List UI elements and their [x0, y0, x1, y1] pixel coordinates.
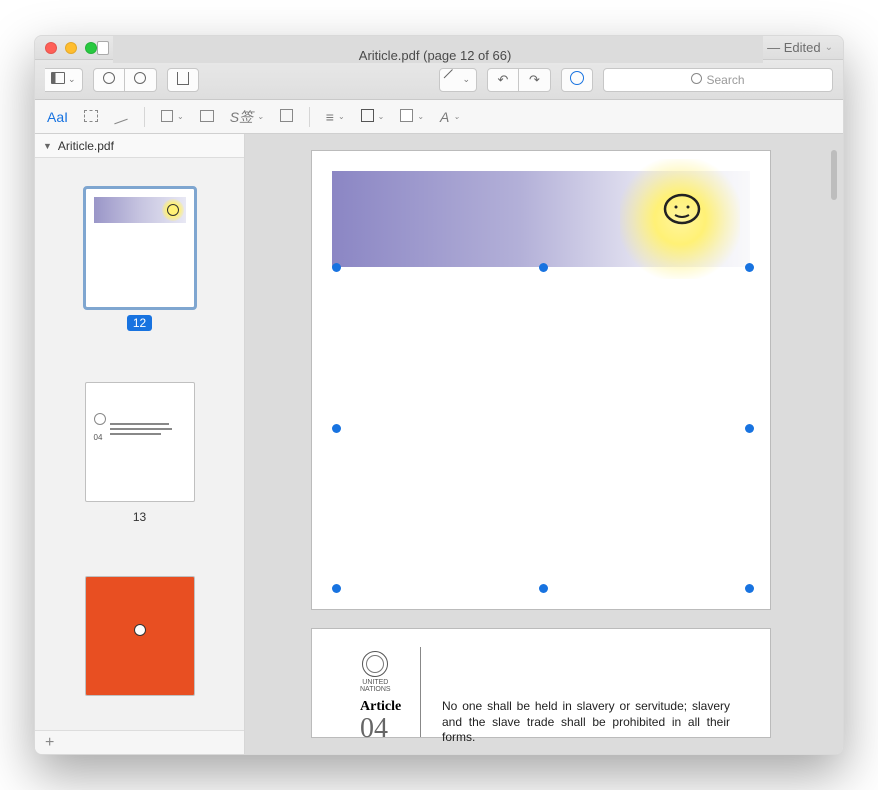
fill-color-tool[interactable]: ⌄ — [400, 109, 424, 125]
thumbnail-preview: 04 — [85, 382, 195, 502]
document-viewport[interactable]: UNITED NATIONS Article 04 No one shall b… — [245, 134, 843, 754]
selection-handle[interactable] — [745, 424, 754, 433]
sidebar-title: Ariticle.pdf — [58, 139, 114, 153]
pencil-icon — [446, 72, 459, 87]
note-icon — [280, 109, 293, 125]
selection-handle[interactable] — [745, 263, 754, 272]
zoom-in-button[interactable] — [125, 68, 157, 92]
rotate-left-icon — [498, 72, 509, 88]
fill-color-icon — [400, 109, 413, 125]
preview-window: Ariticle.pdf (page 12 of 66) — Edited ⌄ … — [34, 35, 844, 755]
pdf-file-icon — [97, 41, 109, 55]
zoom-out-icon — [103, 72, 115, 87]
fullscreen-window-button[interactable] — [85, 42, 97, 54]
titlebar: Ariticle.pdf (page 12 of 66) — Edited ⌄ — [35, 36, 843, 60]
border-color-tool[interactable]: ⌄ — [361, 109, 385, 125]
toolbar-divider — [309, 107, 310, 127]
selection-handle[interactable] — [332, 263, 341, 272]
un-text-line2: NATIONS — [360, 686, 391, 693]
markup-toolbar: AaI ⌄ S签⌄ ⌄ ⌄ ⌄ A⌄ — [35, 100, 843, 134]
rect-select-icon — [84, 109, 98, 125]
zoom-in-icon — [134, 72, 146, 87]
line-style-icon — [326, 109, 334, 125]
window-title: Ariticle.pdf (page 12 of 66) — Edited ⌄ — [97, 35, 833, 63]
main-toolbar: ⌄ ⌄ Search — [35, 60, 843, 100]
rotate-right-button[interactable] — [519, 68, 551, 92]
selection-handle[interactable] — [539, 584, 548, 593]
article-number: 04 — [360, 713, 388, 745]
rect-select-tool[interactable] — [84, 109, 98, 125]
sidebar-file-header[interactable]: ▼ Ariticle.pdf — [35, 134, 244, 158]
vertical-rule — [420, 647, 421, 737]
add-page-button[interactable]: + — [35, 730, 244, 754]
close-window-button[interactable] — [45, 42, 57, 54]
selection-handle[interactable] — [332, 584, 341, 593]
border-color-icon — [361, 109, 374, 125]
sign-tool[interactable]: S签⌄ — [230, 107, 264, 127]
page-13[interactable]: UNITED NATIONS Article 04 No one shall b… — [311, 628, 771, 738]
minimize-window-button[interactable] — [65, 42, 77, 54]
thumbnail-page-number: 12 — [127, 315, 152, 331]
page-thumbnail[interactable]: 12 — [85, 188, 195, 332]
highlight-button[interactable]: ⌄ — [439, 68, 477, 92]
selection-handle[interactable] — [539, 263, 548, 272]
shapes-icon — [161, 109, 173, 125]
title-pageinfo: (page 12 of 66) — [423, 48, 511, 63]
search-input[interactable]: Search — [603, 68, 833, 92]
title-dropdown-icon[interactable]: ⌄ — [825, 42, 833, 53]
selection-handle[interactable] — [332, 424, 341, 433]
note-tool[interactable] — [280, 109, 293, 125]
disclosure-triangle-icon: ▼ — [43, 141, 52, 151]
selection-handle[interactable] — [745, 584, 754, 593]
sketch-tool[interactable] — [114, 109, 128, 125]
share-icon — [177, 72, 189, 88]
article-body-text: No one shall be held in slavery or servi… — [442, 699, 730, 746]
page-12[interactable] — [311, 150, 771, 610]
thumbnail-preview — [85, 188, 195, 308]
line-style-tool[interactable]: ⌄ — [326, 109, 345, 125]
sun-face-graphic — [660, 191, 704, 227]
shapes-tool[interactable]: ⌄ — [161, 109, 184, 125]
search-icon — [691, 73, 702, 87]
page-thumbnail[interactable] — [85, 576, 195, 696]
rotate-left-button[interactable] — [487, 68, 519, 92]
thumbnail-preview — [85, 576, 195, 696]
sidebar-toggle-button[interactable]: ⌄ — [45, 68, 83, 92]
markup-button[interactable] — [561, 68, 593, 92]
zoom-out-button[interactable] — [93, 68, 125, 92]
search-placeholder: Search — [706, 73, 744, 87]
title-status: — Edited — [767, 40, 820, 55]
main-scrollbar[interactable] — [831, 150, 837, 200]
toolbar-divider — [144, 107, 145, 127]
thumbnail-list[interactable]: 12 04 13 — [35, 158, 244, 730]
window-controls — [45, 42, 97, 54]
un-logo: UNITED NATIONS — [360, 651, 391, 693]
thumbnail-page-number: 13 — [133, 510, 146, 524]
un-emblem-icon — [362, 651, 388, 677]
thumbnail-sidebar: ▼ Ariticle.pdf 12 04 13 — [35, 134, 245, 754]
markup-icon — [570, 71, 584, 88]
content-area: ▼ Ariticle.pdf 12 04 13 — [35, 134, 843, 754]
font-style-tool[interactable]: A⌄ — [440, 109, 460, 125]
page-thumbnail[interactable]: 04 13 — [85, 382, 195, 526]
text-select-tool[interactable]: AaI — [47, 109, 68, 125]
un-text-line1: UNITED — [360, 679, 391, 686]
textbox-icon — [200, 109, 214, 125]
title-filename: Ariticle.pdf — [359, 48, 420, 63]
rotate-right-icon — [529, 72, 540, 88]
textbox-tool[interactable] — [200, 109, 214, 125]
sketch-icon — [114, 109, 128, 125]
selection-box[interactable] — [336, 267, 750, 589]
sidebar-icon — [51, 72, 65, 87]
share-button[interactable] — [167, 68, 199, 92]
